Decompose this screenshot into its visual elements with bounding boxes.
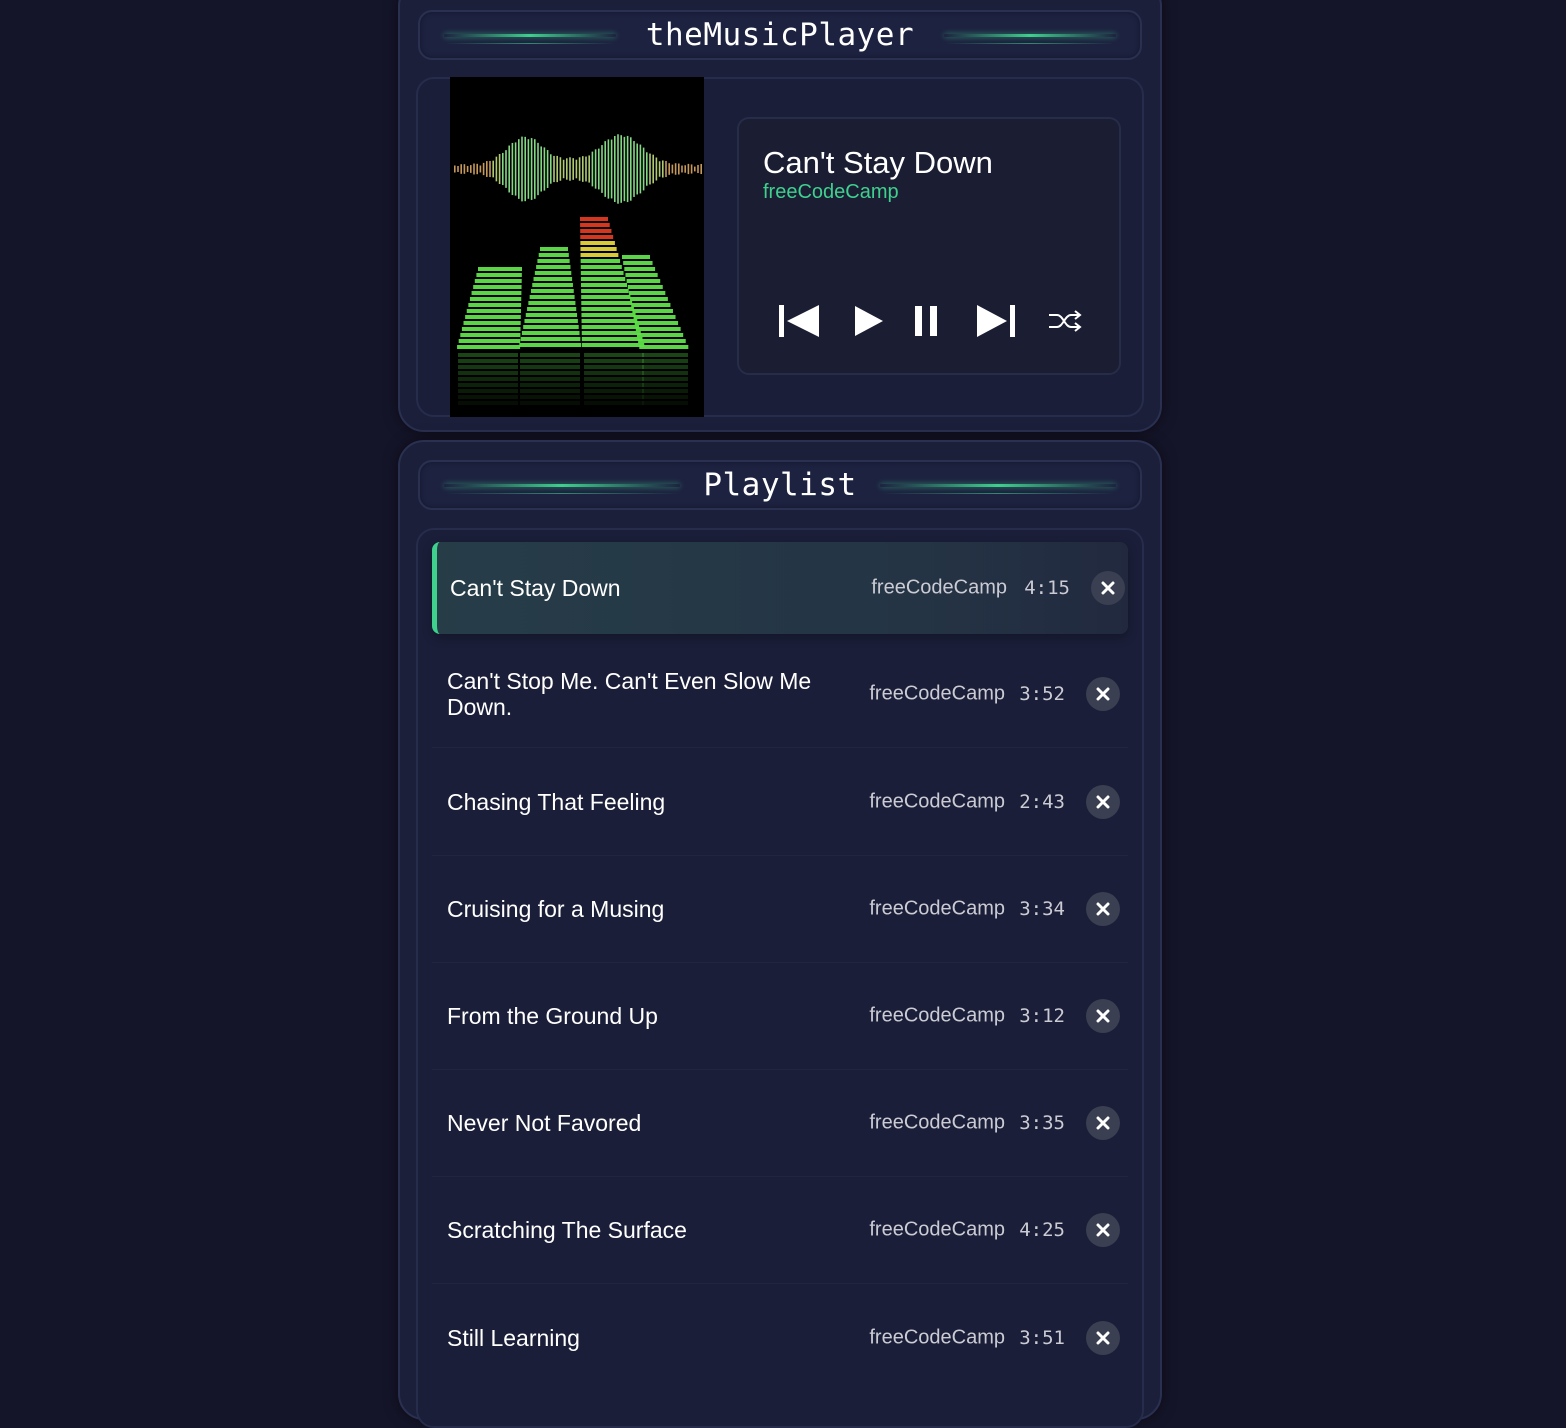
shuffle-icon: [1049, 310, 1082, 332]
song-artist: freeCodeCamp: [871, 576, 1007, 599]
delete-song-button[interactable]: [1091, 571, 1125, 605]
pause-icon: [915, 306, 937, 336]
song-title: Chasing That Feeling: [447, 789, 666, 815]
close-icon: [1096, 687, 1110, 701]
playlist-item[interactable]: Cruising for a Musing freeCodeCamp 3:34: [432, 863, 1128, 955]
close-icon: [1101, 581, 1115, 595]
song-artist: freeCodeCamp: [869, 682, 1005, 705]
song-title: Scratching The Surface: [447, 1217, 687, 1243]
player-title-bar: theMusicPlayer: [418, 10, 1142, 60]
skip-next-icon: [977, 305, 1015, 337]
current-song-artist: freeCodeCamp: [763, 181, 899, 203]
close-icon: [1096, 1331, 1110, 1345]
playlist-title: Playlist: [703, 467, 857, 503]
delete-song-button[interactable]: [1086, 677, 1120, 711]
playlist-item[interactable]: Chasing That Feeling freeCodeCamp 2:43: [432, 756, 1128, 848]
play-button[interactable]: [843, 301, 891, 341]
equalizer-artwork: [454, 134, 702, 405]
song-artist: freeCodeCamp: [869, 1004, 1005, 1027]
delete-song-button[interactable]: [1086, 1106, 1120, 1140]
song-artist: freeCodeCamp: [869, 1218, 1005, 1241]
song-duration: 4:15: [1024, 577, 1070, 599]
song-duration: 3:34: [1019, 898, 1065, 920]
close-icon: [1096, 1116, 1110, 1130]
row-divider: [432, 1176, 1128, 1177]
next-button[interactable]: [973, 301, 1021, 341]
shuffle-button[interactable]: [1045, 301, 1093, 341]
delete-song-button[interactable]: [1086, 999, 1120, 1033]
song-title: Can't Stop Me. Can't Even Slow Me Down.: [447, 668, 812, 720]
close-icon: [1096, 795, 1110, 809]
playlist-item[interactable]: From the Ground Up freeCodeCamp 3:12: [432, 970, 1128, 1062]
song-duration: 4:25: [1019, 1219, 1065, 1241]
song-duration: 3:35: [1019, 1112, 1065, 1134]
playlist-panel: Playlist Can't Stay Down freeCodeCamp 4:15…: [398, 440, 1162, 1428]
row-divider: [432, 1069, 1128, 1070]
current-song-title: Can't Stay Down: [763, 145, 993, 180]
song-artist: freeCodeCamp: [869, 1111, 1005, 1134]
song-duration: 2:43: [1019, 791, 1065, 813]
app-title: theMusicPlayer: [645, 17, 915, 53]
row-divider: [432, 855, 1128, 856]
song-title: Never Not Favored: [447, 1110, 642, 1136]
song-artist: freeCodeCamp: [869, 897, 1005, 920]
row-divider: [432, 1283, 1128, 1284]
song-duration: 3:12: [1019, 1005, 1065, 1027]
song-duration: 3:52: [1019, 683, 1065, 705]
close-icon: [1096, 1223, 1110, 1237]
song-info-card: Can't Stay Down freeCodeCamp: [737, 117, 1121, 375]
delete-song-button[interactable]: [1086, 1213, 1120, 1247]
song-title: Still Learning: [447, 1325, 580, 1351]
row-divider: [432, 962, 1128, 963]
delete-song-button[interactable]: [1086, 892, 1120, 926]
previous-button[interactable]: [775, 301, 823, 341]
song-title: Cruising for a Musing: [447, 896, 665, 922]
song-title: Can't Stay Down: [450, 575, 621, 601]
playlist-item[interactable]: Scratching The Surface freeCodeCamp 4:25: [432, 1184, 1128, 1276]
playlist-item-active[interactable]: Can't Stay Down freeCodeCamp 4:15: [432, 542, 1128, 634]
song-duration: 3:51: [1019, 1327, 1065, 1349]
pause-button[interactable]: [907, 301, 955, 341]
song-title: From the Ground Up: [447, 1003, 658, 1029]
close-icon: [1096, 1009, 1110, 1023]
row-divider: [432, 747, 1128, 748]
delete-song-button[interactable]: [1086, 1321, 1120, 1355]
close-icon: [1096, 902, 1110, 916]
player-panel: theMusicPlayer Can't Stay Down freeCodeC…: [398, 0, 1162, 432]
song-artist: freeCodeCamp: [869, 1326, 1005, 1349]
skip-previous-icon: [779, 305, 819, 337]
delete-song-button[interactable]: [1086, 785, 1120, 819]
play-icon: [855, 306, 883, 336]
playlist-item[interactable]: Still Learning freeCodeCamp 3:51: [432, 1292, 1128, 1384]
playlist-title-bar: Playlist: [418, 460, 1142, 510]
album-cover: [450, 77, 704, 417]
playlist-item[interactable]: Can't Stop Me. Can't Even Slow Me Down. f…: [432, 648, 1128, 740]
song-artist: freeCodeCamp: [869, 790, 1005, 813]
playlist-item[interactable]: Never Not Favored freeCodeCamp 3:35: [432, 1077, 1128, 1169]
